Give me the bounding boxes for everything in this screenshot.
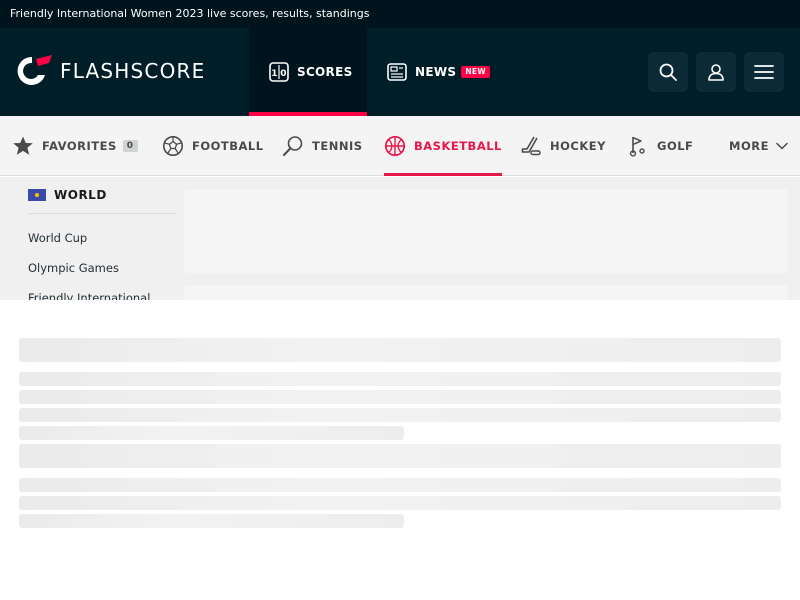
skeleton-bar xyxy=(19,444,781,468)
tab-news[interactable]: NEWS NEW xyxy=(387,28,490,116)
hockey-icon xyxy=(521,136,541,156)
hamburger-menu-icon xyxy=(754,65,774,79)
star-icon xyxy=(13,136,33,155)
active-sport-indicator xyxy=(384,173,502,176)
left-menu: WORLD World Cup Olympic Games Friendly I… xyxy=(28,177,176,300)
skeleton-bar xyxy=(19,514,404,528)
chevron-down-icon xyxy=(776,142,788,150)
skeleton-bar xyxy=(19,372,781,386)
sport-navigation: FAVORITES 0 FOOTBALL TENNIS BASKETBALL H… xyxy=(0,116,800,176)
content-placeholder-panel xyxy=(184,189,788,273)
nav-favorites-label: FAVORITES xyxy=(42,139,117,153)
loading-overlay xyxy=(0,300,800,600)
league-item[interactable]: World Cup xyxy=(28,223,176,253)
logo-text: FLASHSCORE xyxy=(60,59,206,83)
nav-golf[interactable]: GOLF xyxy=(627,116,693,176)
golf-icon xyxy=(629,136,645,157)
page-title-bar: Friendly International Women 2023 live s… xyxy=(0,0,800,28)
region-label: WORLD xyxy=(54,188,107,202)
nav-more[interactable]: MORE xyxy=(729,116,789,176)
skeleton-bar xyxy=(19,408,781,422)
nav-football-label: FOOTBALL xyxy=(192,139,264,153)
site-header: FLASHSCORE 1 0 SCORES NEWS NEW xyxy=(0,28,800,116)
nav-basketball[interactable]: BASKETBALL xyxy=(384,116,502,176)
content-placeholder-panel xyxy=(184,285,788,300)
tennis-icon xyxy=(283,136,303,156)
menu-button[interactable] xyxy=(744,52,784,92)
flashscore-logo[interactable]: FLASHSCORE xyxy=(16,55,205,87)
user-button[interactable] xyxy=(696,52,736,92)
league-item[interactable]: Friendly International xyxy=(28,283,176,300)
world-flag-icon xyxy=(28,189,46,201)
tab-scores-label: SCORES xyxy=(297,65,353,79)
basketball-icon xyxy=(384,135,406,157)
football-icon xyxy=(163,136,183,156)
new-badge: NEW xyxy=(461,66,490,78)
region-header[interactable]: WORLD xyxy=(28,177,176,214)
search-button[interactable] xyxy=(648,52,688,92)
flashscore-logo-icon xyxy=(17,55,52,85)
nav-more-label: MORE xyxy=(729,139,769,153)
tab-news-label: NEWS xyxy=(415,65,457,79)
scoreboard-icon: 1 0 xyxy=(269,62,289,82)
skeleton-bar xyxy=(19,338,781,362)
svg-text:0: 0 xyxy=(280,69,287,79)
user-icon xyxy=(708,64,724,81)
tab-scores[interactable]: 1 0 SCORES xyxy=(249,28,367,116)
nav-tennis-label: TENNIS xyxy=(312,139,363,153)
search-icon xyxy=(659,63,677,81)
favorites-count-badge: 0 xyxy=(122,140,138,152)
skeleton-bar xyxy=(19,426,404,440)
svg-text:1: 1 xyxy=(271,69,278,79)
skeleton-bar xyxy=(19,390,781,404)
main-content: WORLD World Cup Olympic Games Friendly I… xyxy=(0,177,800,300)
skeleton-bar xyxy=(19,478,781,492)
nav-tennis[interactable]: TENNIS xyxy=(282,116,363,176)
nav-golf-label: GOLF xyxy=(657,139,694,153)
nav-hockey[interactable]: HOCKEY xyxy=(520,116,606,176)
skeleton-bar xyxy=(19,496,781,510)
nav-hockey-label: HOCKEY xyxy=(550,139,606,153)
league-item[interactable]: Olympic Games xyxy=(28,253,176,283)
nav-favorites[interactable]: FAVORITES 0 xyxy=(12,116,138,176)
nav-football[interactable]: FOOTBALL xyxy=(162,116,264,176)
page-title: Friendly International Women 2023 live s… xyxy=(10,7,370,20)
nav-basketball-label: BASKETBALL xyxy=(414,139,502,153)
news-icon xyxy=(387,63,407,81)
